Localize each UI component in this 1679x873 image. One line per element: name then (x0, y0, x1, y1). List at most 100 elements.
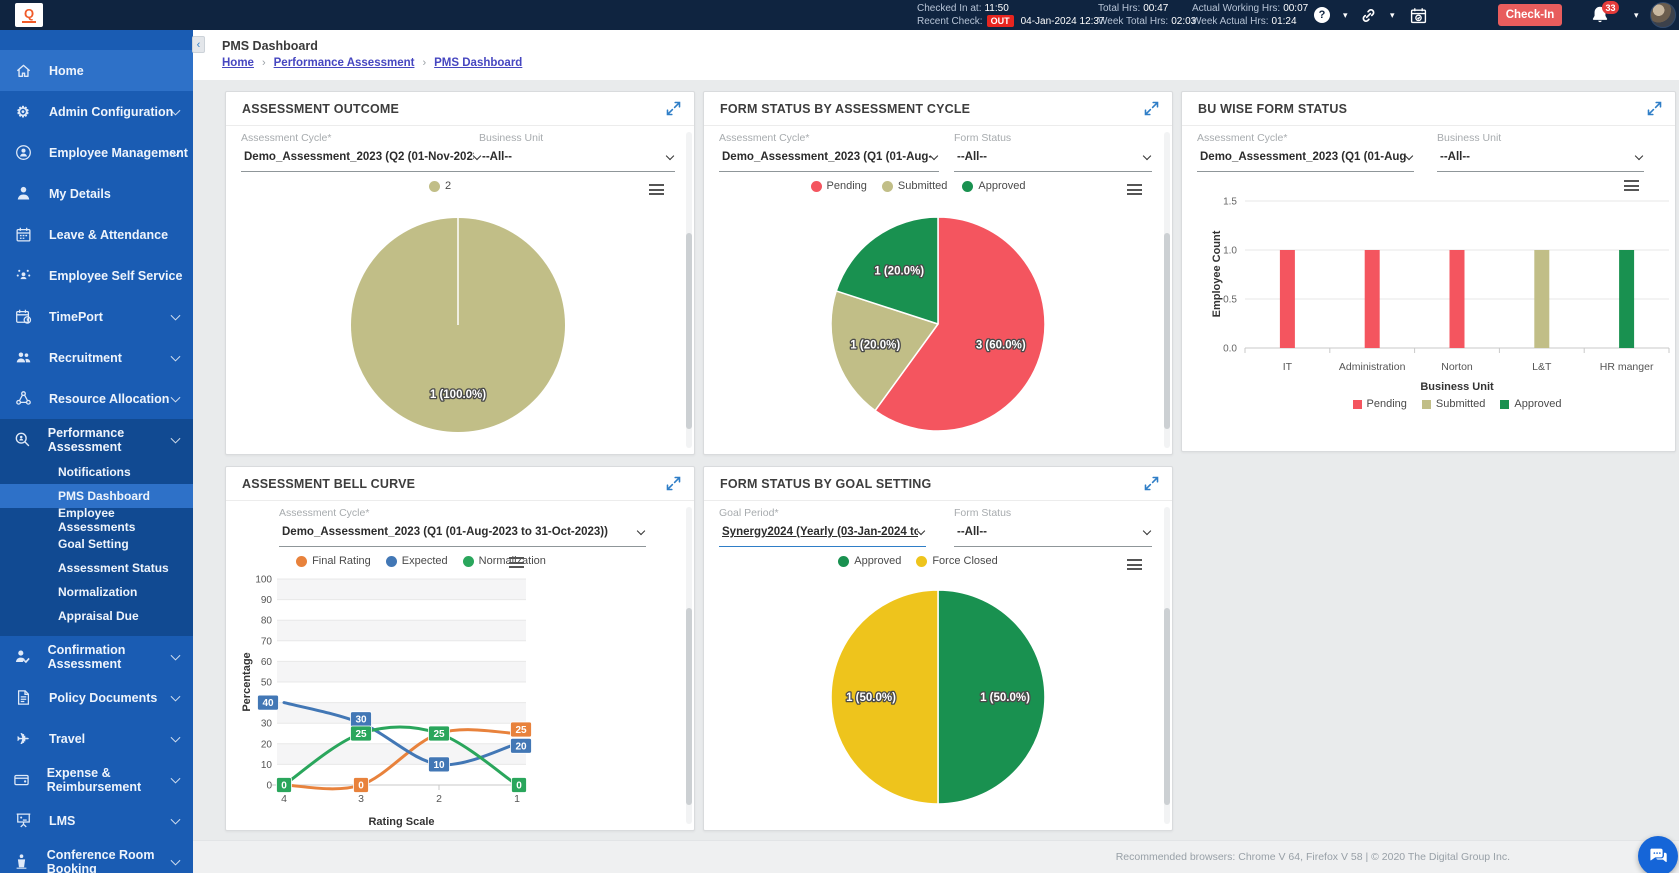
point-label-value: 0 (358, 781, 364, 792)
breadcrumb-link-home[interactable]: Home (222, 57, 254, 69)
breadcrumb-separator: › (262, 57, 266, 69)
legend-item-force-closed[interactable]: Force Closed (916, 555, 997, 567)
chevron-down-icon (171, 351, 181, 361)
person-badge-icon (11, 144, 35, 162)
check-in-button[interactable]: Check-In (1498, 4, 1562, 26)
sidebar-subitem-normalization[interactable]: Normalization (0, 580, 193, 604)
sidebar-item-label: Travel (49, 732, 85, 746)
sidebar-subitem-goal-setting[interactable]: Goal Setting (0, 532, 193, 556)
card-form-status-by-goal-setting: FORM STATUS BY GOAL SETTINGGoal Period*S… (703, 466, 1173, 831)
check-out-badge: OUT (987, 15, 1014, 27)
sidebar-item-confirmation-assessment[interactable]: Confirmation Assessment (0, 636, 193, 677)
chart-context-menu-button[interactable] (1127, 184, 1142, 198)
point-label-value: 30 (355, 715, 367, 726)
sidebar-subitem-pms-dashboard[interactable]: PMS Dashboard (0, 484, 193, 508)
sidebar-item-employee-management[interactable]: Employee Management (0, 132, 193, 173)
legend-item-expected[interactable]: Expected (386, 555, 448, 567)
plane-icon: ✈ (11, 730, 35, 748)
legend-item-approved[interactable]: Approved (1500, 398, 1561, 410)
y-axis-title: Percentage (241, 652, 253, 711)
sidebar-subitem-label: Assessment Status (58, 561, 169, 575)
point-label-value: 0 (516, 781, 522, 792)
y-axis-tick: 80 (261, 616, 273, 627)
sidebar-item-home[interactable]: Home (0, 50, 193, 91)
legend-item-approved[interactable]: Approved (838, 555, 901, 567)
legend-item-2[interactable]: 2 (429, 180, 451, 192)
sidebar-item-lms[interactable]: LMS (0, 800, 193, 841)
form-status-by-assessment-cycle-chart: 3 (60.0%)1 (20.0%)1 (20.0%) (704, 92, 1174, 456)
help-dropdown-caret[interactable]: ▾ (1343, 0, 1348, 30)
chart-context-menu-button[interactable] (649, 184, 664, 198)
sidebar-item-my-details[interactable]: My Details (0, 173, 193, 214)
link-icon (1360, 7, 1377, 24)
legend-item-submitted[interactable]: Submitted (882, 180, 948, 192)
chart-context-menu-button[interactable] (1127, 559, 1142, 573)
sidebar-item-label: Employee Self Service (49, 269, 182, 283)
scrollbar-thumb[interactable] (1164, 608, 1170, 805)
chart-context-menu-button[interactable] (509, 557, 524, 571)
sidebar-collapse-button[interactable]: ‹ (192, 36, 205, 53)
sidebar-item-recruitment[interactable]: Recruitment (0, 337, 193, 378)
profile-dropdown-caret[interactable]: ▾ (1634, 0, 1639, 30)
legend-label: Approved (1514, 398, 1561, 410)
sidebar-item-expense-reimbursement[interactable]: Expense & Reimbursement (0, 759, 193, 800)
sidebar-item-conference-room-booking[interactable]: Conference Room Booking (0, 841, 193, 873)
y-axis-tick: 90 (261, 595, 273, 606)
legend-item-approved[interactable]: Approved (962, 180, 1025, 192)
sidebar-item-performance-assessment[interactable]: Performance Assessment (0, 419, 193, 460)
sidebar-subitem-notifications[interactable]: Notifications (0, 460, 193, 484)
sidebar-item-resource-allocation[interactable]: Resource Allocation (0, 378, 193, 419)
tdg-logo[interactable]: Q (15, 3, 43, 27)
sidebar-item-label: Employee Management (49, 146, 188, 160)
sidebar-subitem-label: Goal Setting (58, 537, 129, 551)
sidebar-item-travel[interactable]: ✈ Travel (0, 718, 193, 759)
legend-marker (838, 556, 849, 567)
legend-item-normalization[interactable]: Normalization (463, 555, 546, 567)
menu-bar (509, 566, 524, 568)
sidebar-item-timeport[interactable]: TimePort (0, 296, 193, 337)
legend-item-final-rating[interactable]: Final Rating (296, 555, 371, 567)
sidebar-subitem-employee-assessments[interactable]: Employee Assessments (0, 508, 193, 532)
card-scrollbar (1164, 132, 1170, 448)
bar-hr-manger[interactable] (1619, 250, 1634, 348)
sidebar-item-label: TimePort (49, 310, 103, 324)
breadcrumb-link-performance-assessment[interactable]: Performance Assessment (274, 57, 415, 69)
bar-it[interactable] (1280, 250, 1295, 348)
y-axis-tick: 100 (255, 575, 272, 586)
scrollbar-thumb[interactable] (686, 233, 692, 429)
legend-item-pending[interactable]: Pending (1353, 398, 1407, 410)
sidebar-item-employee-self-service[interactable]: Employee Self Service (0, 255, 193, 296)
bar-norton[interactable] (1450, 250, 1465, 348)
sidebar-subitem-assessment-status[interactable]: Assessment Status (0, 556, 193, 580)
menu-bar (1127, 184, 1142, 186)
sidebar-item-admin-configuration[interactable]: ⚙Admin Configuration (0, 91, 193, 132)
attendance-calendar-icon[interactable] (1410, 0, 1427, 30)
stat-row: Week Actual Hrs:01:24 (1192, 15, 1308, 28)
breadcrumb-link-pms-dashboard[interactable]: PMS Dashboard (434, 57, 522, 69)
scrollbar-thumb[interactable] (686, 608, 692, 805)
chart-legend: Pending Submitted Approved (1245, 398, 1669, 410)
legend-label: Approved (978, 180, 1025, 192)
user-avatar[interactable] (1650, 2, 1676, 28)
legend-item-submitted[interactable]: Submitted (1422, 398, 1486, 410)
y-axis-tick: 30 (261, 719, 273, 730)
chat-fab-button[interactable] (1638, 836, 1678, 873)
point-label-value: 0 (281, 781, 287, 792)
scrollbar-thumb[interactable] (1164, 233, 1170, 429)
help-icon[interactable]: ? (1314, 0, 1330, 30)
legend-label: Approved (854, 555, 901, 567)
logo-underline (22, 21, 36, 23)
sidebar-item-leave-attendance[interactable]: Leave & Attendance (0, 214, 193, 255)
sidebar-item-label: Home (49, 64, 84, 78)
point-label-value: 20 (515, 741, 527, 752)
chart-context-menu-button[interactable] (1624, 180, 1639, 194)
question-mark-icon: ? (1314, 7, 1330, 23)
menu-bar (1127, 568, 1142, 570)
bar-l-t[interactable] (1534, 250, 1549, 348)
legend-item-pending[interactable]: Pending (811, 180, 867, 192)
bar-administration[interactable] (1365, 250, 1380, 348)
sidebar-item-policy-documents[interactable]: Policy Documents (0, 677, 193, 718)
sidebar-subitem-appraisal-due[interactable]: Appraisal Due (0, 604, 193, 628)
links-dropdown-caret[interactable]: ▾ (1390, 0, 1395, 30)
quick-links-icon[interactable] (1360, 0, 1377, 30)
